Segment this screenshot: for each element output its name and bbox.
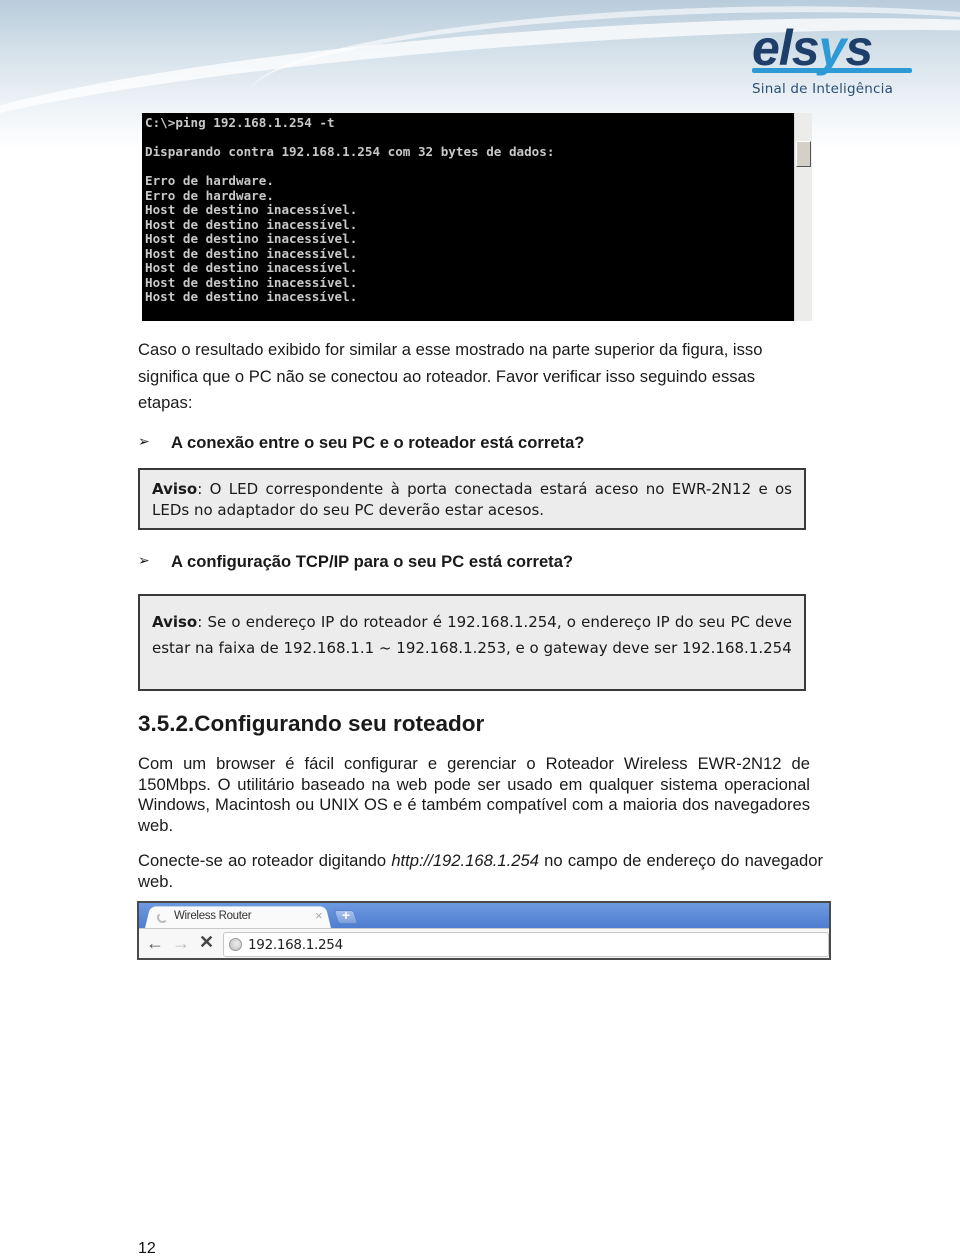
stop-icon[interactable]: ✕ <box>199 932 214 953</box>
page-number: 12 <box>138 1240 156 1257</box>
section-heading: 3.5.2.Configurando seu roteador <box>138 711 485 736</box>
command-prompt-screenshot: C:\>ping 192.168.1.254 -t Disparando con… <box>142 113 812 321</box>
console-line: C:\>ping 192.168.1.254 -t <box>145 115 335 130</box>
loading-spinner-icon <box>157 912 168 923</box>
console-line: Host de destino inacessível. <box>145 231 358 246</box>
console-line: Host de destino inacessível. <box>145 274 358 290</box>
console-line: Host de destino inacessível. <box>145 202 358 217</box>
tab-title: Wireless Router <box>174 910 252 922</box>
checklist-item-text: A conexão entre o seu PC e o roteador es… <box>171 433 585 452</box>
browser-tab[interactable]: Wireless Router × <box>145 905 331 928</box>
address-text[interactable]: 192.168.1.254 <box>248 937 343 953</box>
console-line: Disparando contra 192.168.1.254 com 32 b… <box>145 144 555 159</box>
plus-icon: + <box>341 907 351 923</box>
console-line: Host de destino inacessível. <box>145 216 358 232</box>
console-line: Host de destino inacessível. <box>145 260 358 275</box>
notice-box: Aviso: O LED correspondente à porta cone… <box>138 468 806 530</box>
browser-screenshot: Wireless Router × + ← → ✕ 192.168.1.254 <box>137 901 831 960</box>
globe-icon <box>229 938 242 951</box>
logo-tagline: Sinal de Inteligência <box>752 81 894 97</box>
browser-tab-bar: Wireless Router × + <box>139 903 829 928</box>
intro-paragraph: Caso o resultado exibido for similar a e… <box>138 340 763 412</box>
console-scrollbar-thumb[interactable] <box>796 141 811 167</box>
router-url: http://192.168.1.254 <box>391 851 539 870</box>
body-paragraph: Conecte-se ao roteador digitando http://… <box>138 851 823 891</box>
back-arrow-icon[interactable]: ← <box>146 933 164 954</box>
address-bar[interactable]: 192.168.1.254 <box>223 932 829 957</box>
notice-text: : Se o endereço IP do roteador é 192.168… <box>152 613 792 657</box>
elsys-logo: elsys Sinal de Inteligência <box>752 20 922 97</box>
arrow-bullet-icon: ➢ <box>138 552 150 568</box>
notice-label: Aviso <box>152 613 198 631</box>
console-line: Erro de hardware. <box>145 173 274 188</box>
arrow-bullet-icon: ➢ <box>138 433 150 449</box>
notice-label: Aviso <box>152 480 198 498</box>
close-tab-icon[interactable]: × <box>315 908 323 923</box>
console-output: C:\>ping 192.168.1.254 -t Disparando con… <box>145 115 795 305</box>
logo-wordmark: elsys <box>752 20 873 76</box>
console-scrollbar[interactable] <box>794 113 812 321</box>
console-line: Host de destino inacessível. <box>145 245 358 261</box>
forward-arrow-icon[interactable]: → <box>172 933 190 954</box>
checklist-item-text: A configuração TCP/IP para o seu PC está… <box>171 552 574 571</box>
notice-text: : O LED correspondente à porta conectada… <box>152 480 792 519</box>
console-line: Erro de hardware. <box>145 187 274 203</box>
notice-box: Aviso: Se o endereço IP do roteador é 19… <box>138 594 806 691</box>
console-line: Host de destino inacessível. <box>145 289 358 304</box>
body-paragraph: Com um browser é fácil configurar e gere… <box>138 754 810 835</box>
browser-toolbar: ← → ✕ 192.168.1.254 <box>139 928 829 958</box>
